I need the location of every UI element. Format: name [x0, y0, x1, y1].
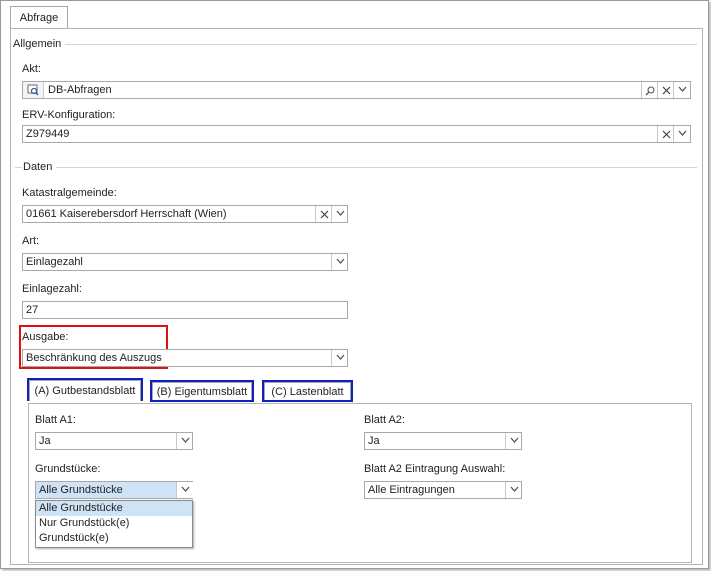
akt-field[interactable]: DB-Abfragen — [22, 81, 691, 99]
erv-label: ERV-Konfiguration: — [22, 109, 116, 121]
blatt-a1-value: Ja — [39, 435, 51, 447]
erv-chevron-down-icon[interactable] — [673, 126, 690, 142]
a2-auswahl-chevron-down-icon[interactable] — [505, 482, 522, 498]
erv-clear-icon[interactable] — [657, 126, 674, 142]
tab-lastenblatt[interactable]: (C) Lastenblatt — [264, 382, 351, 400]
einlagezahl-value: 27 — [26, 304, 39, 316]
tab-gutbestandsblatt[interactable]: (A) Gutbestandsblatt — [29, 380, 141, 401]
grundstuecke-value: Alle Grundstücke — [39, 484, 123, 496]
ausgabe-value: Beschränkung des Auszugs — [26, 352, 162, 364]
tab-abfrage[interactable]: Abfrage — [10, 6, 68, 29]
blatt-a2-label: Blatt A2: — [364, 414, 405, 426]
blatt-a2-value: Ja — [368, 435, 380, 447]
tab-eigentumsblatt[interactable]: (B) Eigentumsblatt — [152, 382, 252, 400]
blatt-a2-select[interactable]: Ja — [364, 432, 522, 450]
einlagezahl-input[interactable]: 27 — [22, 301, 348, 319]
section-title-allgemein: Allgemein — [13, 38, 66, 50]
browse-icon[interactable] — [23, 82, 44, 98]
blatt-a2-chevron-down-icon[interactable] — [505, 433, 522, 449]
akt-chevron-down-icon[interactable] — [673, 82, 690, 98]
erv-field[interactable]: Z979449 — [22, 125, 691, 143]
section-title-daten: Daten — [22, 161, 57, 173]
erv-value: Z979449 — [26, 128, 70, 140]
art-chevron-down-icon[interactable] — [331, 254, 348, 270]
grundstuecke-dropdown-list: Alle Grundstücke Nur Grundstück(e) Grund… — [35, 500, 193, 548]
allgemein-divider — [15, 44, 697, 45]
katastral-field[interactable]: 01661 Kaiserebersdorf Herrschaft (Wien) — [22, 205, 348, 223]
akt-value: DB-Abfragen — [48, 84, 112, 96]
einlagezahl-label: Einlagezahl: — [22, 283, 82, 295]
ausgabe-label: Ausgabe: — [22, 331, 69, 343]
search-icon[interactable] — [641, 82, 658, 98]
katastral-value: 01661 Kaiserebersdorf Herrschaft (Wien) — [26, 208, 227, 220]
akt-label: Akt: — [22, 63, 41, 75]
window-frame: Abfrage Allgemein Akt: DB-Abfragen ERV-K… — [0, 0, 709, 569]
grundstuecke-label: Grundstücke: — [35, 463, 101, 475]
blatt-a1-label: Blatt A1: — [35, 414, 76, 426]
a2-auswahl-label: Blatt A2 Eintragung Auswahl: — [364, 463, 506, 475]
dropdown-option-nur-grundstueck[interactable]: Nur Grundstück(e) — [36, 516, 192, 531]
blatt-a1-chevron-down-icon[interactable] — [176, 433, 193, 449]
dropdown-option-grundstueck[interactable]: Grundstück(e) — [36, 531, 192, 546]
a2-auswahl-value: Alle Eintragungen — [368, 484, 455, 496]
art-value: Einlagezahl — [26, 256, 83, 268]
katastral-label: Katastralgemeinde: — [22, 187, 117, 199]
main-panel: Allgemein Akt: DB-Abfragen ERV-Konfigura — [10, 28, 703, 565]
blatt-a1-select[interactable]: Ja — [35, 432, 193, 450]
akt-clear-icon[interactable] — [657, 82, 674, 98]
a2-auswahl-select[interactable]: Alle Eintragungen — [364, 481, 522, 499]
daten-divider — [15, 167, 697, 168]
dropdown-option-alle-grundstuecke[interactable]: Alle Grundstücke — [36, 501, 192, 516]
art-label: Art: — [22, 235, 40, 247]
art-select[interactable]: Einlagezahl — [22, 253, 348, 271]
grundstuecke-select[interactable]: Alle Grundstücke — [35, 481, 193, 499]
ausgabe-select[interactable]: Beschränkung des Auszugs — [22, 349, 348, 367]
ausgabe-chevron-down-icon[interactable] — [331, 350, 348, 366]
katastral-chevron-down-icon[interactable] — [331, 206, 348, 222]
grundstuecke-chevron-down-icon[interactable] — [176, 482, 193, 498]
tab-content-panel: Blatt A1: Ja Blatt A2: Ja Grundstücke: A… — [28, 403, 692, 563]
katastral-clear-icon[interactable] — [315, 206, 332, 222]
